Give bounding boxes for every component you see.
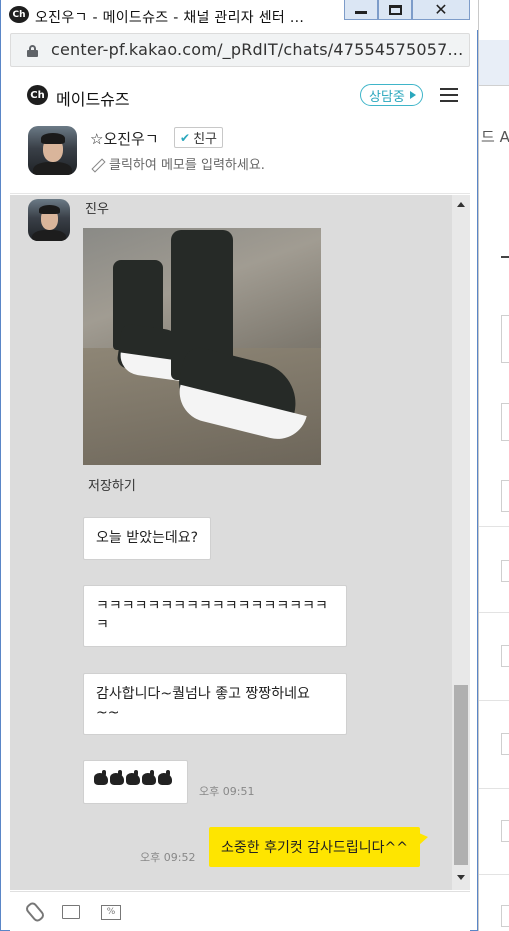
address-bar[interactable]: center-pf.kakao.com/_pRdIT/chats/4755457… — [10, 33, 470, 67]
chat-message-list[interactable]: 진우 저장하기 오늘 받았는데요? ㅋㅋㅋㅋㅋㅋㅋㅋㅋㅋㅋㅋㅋㅋㅋㅋㅋㅋ ㅋ 감… — [10, 195, 470, 890]
url-text[interactable]: center-pf.kakao.com/_pRdIT/chats/4755457… — [51, 40, 463, 59]
background-window-field — [501, 560, 509, 582]
thumbs-up-icon — [158, 770, 172, 785]
memo-placeholder: 클릭하여 메모를 입력하세요. — [109, 158, 265, 173]
message-bubble — [83, 760, 188, 804]
window-controls: ✕ — [344, 0, 470, 20]
background-window-divider — [479, 788, 509, 789]
background-window: 드 AI — [478, 0, 509, 931]
message-time: 오후 09:52 — [140, 851, 196, 864]
thumbs-up-icon — [126, 770, 140, 785]
minimize-icon — [355, 11, 367, 14]
attach-file-icon[interactable] — [24, 902, 46, 922]
background-window-text: 드 AI — [481, 128, 509, 146]
message-text: 소중한 후기컷 감사드립니다^^ — [221, 840, 408, 856]
close-button[interactable]: ✕ — [412, 0, 470, 20]
background-window-divider — [479, 612, 509, 613]
message-time: 오후 09:51 — [199, 785, 255, 798]
window-title: 오진우ㄱ - 메이드슈즈 - 채널 관리자 센터 ... — [35, 10, 305, 26]
message-bubble: 오늘 받았는데요? — [83, 517, 212, 560]
message-text: 오늘 받았는데요? — [96, 530, 199, 546]
shared-photo[interactable] — [83, 228, 321, 465]
saved-reply-icon[interactable] — [60, 902, 82, 922]
sender-avatar[interactable] — [28, 199, 70, 241]
save-photo-link[interactable]: 저장하기 — [88, 475, 136, 494]
kakao-channel-icon: Ch — [9, 6, 29, 23]
chat-scrollbar[interactable] — [452, 195, 470, 890]
message-bubble: 감사합니다~퀄넘나 좋고 짱짱하네요 ~~ — [83, 673, 347, 735]
coupon-icon[interactable] — [100, 902, 122, 922]
friend-name[interactable]: ☆오진우ㄱ — [90, 128, 159, 149]
friend-badge-label: 친구 — [193, 132, 217, 147]
scroll-up-arrow-icon[interactable] — [457, 202, 465, 207]
message-text: ㅋㅋㅋㅋㅋㅋㅋㅋㅋㅋㅋㅋㅋㅋㅋㅋㅋㅋ ㅋ — [96, 598, 328, 633]
pencil-icon — [90, 157, 104, 171]
scroll-down-arrow-icon[interactable] — [457, 875, 465, 880]
background-window-dash — [501, 256, 509, 258]
friend-badge: ✔ 친구 — [174, 127, 223, 148]
thumbs-up-icon — [94, 770, 108, 785]
channel-name: 메이드슈즈 — [56, 90, 130, 109]
maximize-icon — [388, 4, 402, 15]
check-icon: ✔ — [180, 130, 191, 145]
background-window-field — [501, 480, 509, 512]
channel-logo-icon: Ch — [27, 85, 48, 105]
chat-toolbar — [10, 891, 470, 931]
background-window-divider — [479, 526, 509, 527]
thumbs-up-emoji-row — [94, 770, 177, 785]
friend-avatar[interactable] — [28, 126, 77, 175]
chat-header: Ch 메이드슈즈 상담중 ☆오진우ㄱ ✔ 친구 클릭하여 메모를 입력하세요. — [10, 72, 470, 194]
agent-message-bubble: 소중한 후기컷 감사드립니다^^ — [209, 827, 428, 867]
background-window-field — [501, 403, 509, 441]
close-icon: ✕ — [434, 0, 448, 19]
friend-name-text: ☆오진우ㄱ — [90, 130, 159, 148]
sender-name: 진우 — [85, 202, 109, 217]
title-bar[interactable]: Ch 오진우ㄱ - 메이드슈즈 - 채널 관리자 센터 ... ✕ — [1, 0, 478, 30]
minimize-button[interactable] — [344, 0, 378, 20]
background-window-field — [501, 315, 509, 363]
consult-status-button[interactable]: 상담중 — [360, 84, 423, 106]
background-window-field — [501, 733, 509, 755]
hamburger-menu-icon[interactable] — [440, 88, 458, 102]
consult-status-label: 상담중 — [369, 89, 405, 105]
scroll-thumb[interactable] — [454, 685, 468, 865]
message-text: 감사합니다~퀄넘나 좋고 짱짱하네요 ~~ — [96, 686, 310, 721]
thumbs-up-icon — [142, 770, 156, 785]
background-window-divider — [479, 700, 509, 701]
background-window-field — [501, 645, 509, 667]
background-window-field — [501, 820, 509, 842]
message-bubble: ㅋㅋㅋㅋㅋㅋㅋㅋㅋㅋㅋㅋㅋㅋㅋㅋㅋㅋ ㅋ — [83, 585, 347, 647]
background-window-field — [501, 905, 509, 927]
background-window-divider — [479, 874, 509, 875]
background-window-toolbar — [479, 40, 509, 86]
thumbs-up-icon — [110, 770, 124, 785]
chat-popup-window: Ch 오진우ㄱ - 메이드슈즈 - 채널 관리자 센터 ... ✕ center… — [0, 0, 478, 931]
memo-field[interactable]: 클릭하여 메모를 입력하세요. — [90, 154, 265, 173]
play-arrow-icon — [409, 91, 416, 99]
lock-icon — [27, 45, 38, 57]
maximize-button[interactable] — [378, 0, 412, 20]
